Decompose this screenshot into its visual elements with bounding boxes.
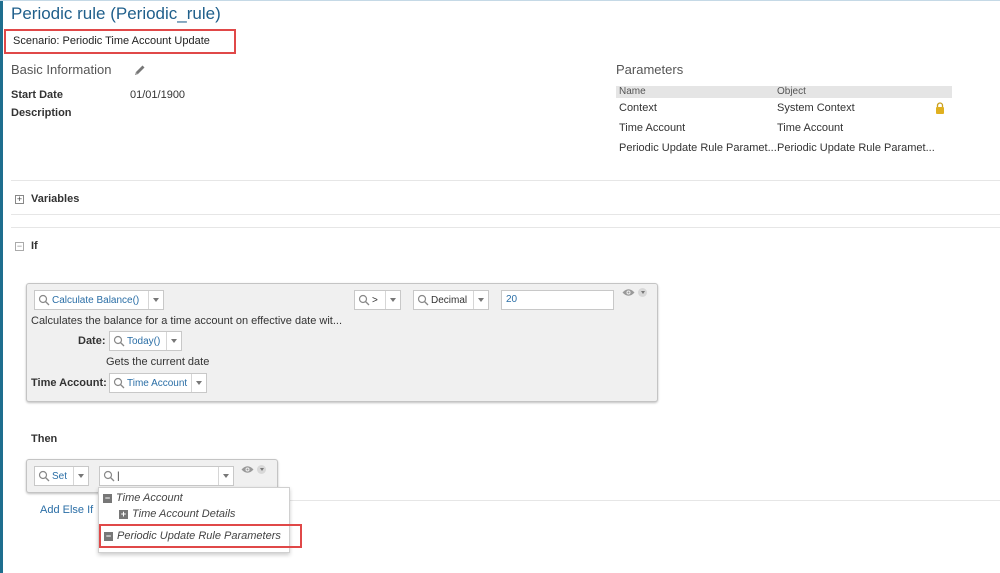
visibility-toggle[interactable] [241,465,266,474]
search-icon [417,294,429,306]
top-border [0,0,1000,1]
highlighted-dropdown-item[interactable]: − Periodic Update Rule Parameters [99,524,302,548]
target-search-input[interactable]: | [99,466,234,486]
dropdown-item-label: Time Account [116,492,183,504]
scenario-label: Scenario: Periodic Time Account Update [4,29,236,54]
parameter-name: Time Account [619,122,686,134]
column-header-name: Name [619,86,646,97]
chevron-down-icon[interactable] [218,467,233,485]
then-label: Then [31,433,58,445]
search-icon [103,470,115,482]
start-date-label: Start Date [11,89,63,101]
divider [11,227,1000,228]
pencil-icon[interactable] [133,63,147,77]
function-description: Calculates the balance for a time accoun… [31,315,343,327]
parameter-object: System Context [777,102,855,114]
left-expression-value: Calculate Balance() [52,294,140,306]
operator-select[interactable]: > [354,290,401,310]
chevron-down-icon[interactable] [148,291,163,309]
chevron-down-icon[interactable] [385,291,400,309]
date-value: Today() [127,335,161,347]
dropdown-item-time-account-details[interactable]: + Time Account Details [119,508,235,520]
search-icon [38,470,50,482]
search-icon [113,377,125,389]
time-account-label: Time Account: [31,377,107,389]
parameters-title: Parameters [616,62,684,77]
if-condition-box: Calculate Balance() > Decimal 20 Calcula… [26,283,658,402]
dropdown-item-label: Time Account Details [132,508,236,520]
variables-label[interactable]: Variables [31,193,79,205]
chevron-down-icon[interactable] [473,291,488,309]
chevron-down-icon[interactable] [191,374,206,392]
type-value: Decimal [431,294,468,306]
lock-icon [936,102,944,114]
add-else-if-link[interactable]: Add Else If [40,504,93,516]
collapse-icon[interactable]: − [103,493,112,503]
parameter-row: Time Account Time Account [616,118,952,138]
parameters-table: Name Object Context System Context Time … [616,86,952,158]
divider [11,180,1000,181]
dropdown-item-periodic-update-rule-parameters[interactable]: − Periodic Update Rule Parameters [104,530,281,542]
if-label: If [31,240,38,252]
if-collapse-icon[interactable]: − [15,242,24,251]
action-value: Set [52,470,68,482]
dropdown-item-label: Periodic Update Rule Parameters [117,530,281,542]
type-select[interactable]: Decimal [413,290,489,310]
chevron-down-icon[interactable] [166,332,181,350]
parameter-name: Context [619,102,657,114]
left-expression-select[interactable]: Calculate Balance() [34,290,164,310]
collapse-icon[interactable]: − [104,531,113,541]
action-select[interactable]: Set [34,466,89,486]
time-account-value: Time Account [127,377,188,389]
compare-value-input[interactable]: 20 [501,290,614,310]
variables-expand-icon[interactable]: + [15,195,24,204]
chevron-down-icon[interactable] [73,467,88,485]
divider [11,214,1000,215]
operator-value: > [372,294,378,306]
divider [290,500,1000,501]
date-select[interactable]: Today() [109,331,182,351]
start-date-value: 01/01/1900 [130,89,186,101]
page-title: Periodic rule (Periodic_rule) [11,4,221,23]
target-search-value: | [117,470,120,482]
time-account-select[interactable]: Time Account [109,373,207,393]
parameter-name: Periodic Update Rule Paramet... [619,142,777,154]
column-header-object: Object [777,86,806,97]
dropdown-item-time-account[interactable]: − Time Account [103,492,183,504]
description-label: Description [11,107,72,119]
parameter-row: Context System Context [616,98,952,118]
parameter-object: Time Account [777,122,844,134]
eye-icon [241,466,254,473]
eye-icon [622,289,635,296]
search-icon [113,335,125,347]
expand-icon[interactable]: + [119,509,128,519]
left-edge-accent [0,0,3,573]
date-label: Date: [78,335,106,347]
search-icon [358,294,370,306]
basic-information-title: Basic Information [11,62,112,77]
parameters-header: Name Object [616,86,952,98]
visibility-toggle[interactable] [622,288,647,297]
chevron-down-icon[interactable] [638,288,647,297]
search-icon [38,294,50,306]
parameter-object: Periodic Update Rule Paramet... [777,142,935,154]
chevron-down-icon[interactable] [257,465,266,474]
parameter-row: Periodic Update Rule Paramet... Periodic… [616,138,952,158]
date-description: Gets the current date [106,356,210,368]
